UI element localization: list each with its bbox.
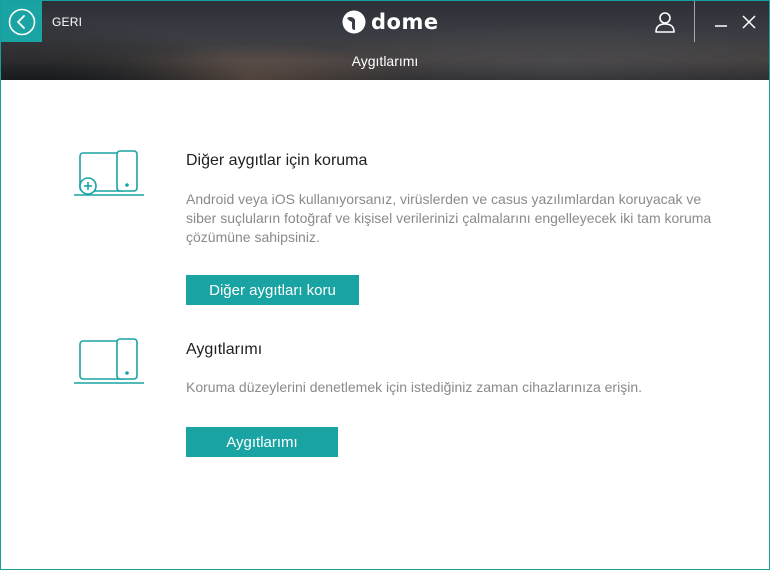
devices-add-icon bbox=[74, 150, 144, 196]
back-label[interactable]: GERI bbox=[52, 15, 82, 29]
section-title: Aygıtlarımı bbox=[186, 341, 263, 358]
section-title: Diğer aygıtlar için koruma bbox=[186, 152, 368, 169]
brand-mark-icon bbox=[342, 10, 366, 34]
back-button[interactable] bbox=[1, 1, 42, 42]
protect-other-devices-button[interactable]: Diğer aygıtları koru bbox=[186, 275, 359, 305]
back-arrow-icon bbox=[8, 8, 35, 35]
close-button[interactable] bbox=[741, 14, 757, 30]
section-description: Android veya iOS kullanıyorsanız, virüsl… bbox=[186, 191, 712, 245]
user-icon bbox=[655, 12, 675, 33]
my-devices-button[interactable]: Aygıtlarımı bbox=[186, 427, 338, 457]
header-divider bbox=[694, 1, 695, 42]
account-button[interactable] bbox=[653, 10, 677, 34]
devices-icon bbox=[74, 338, 144, 384]
minimize-button[interactable] bbox=[713, 14, 729, 30]
minimize-icon bbox=[715, 25, 727, 27]
page-title: Aygıtlarımı bbox=[351, 53, 419, 69]
app-window: GERI dome Aygıtlarımı Diğer aygıtlar içi… bbox=[0, 0, 770, 570]
close-icon bbox=[742, 15, 756, 29]
header-bar: GERI dome Aygıtlarımı bbox=[1, 1, 769, 80]
logo-text: dome bbox=[371, 10, 439, 34]
app-logo: dome bbox=[341, 8, 439, 36]
section-description: Koruma düzeylerini denetlemek için isted… bbox=[186, 379, 642, 395]
